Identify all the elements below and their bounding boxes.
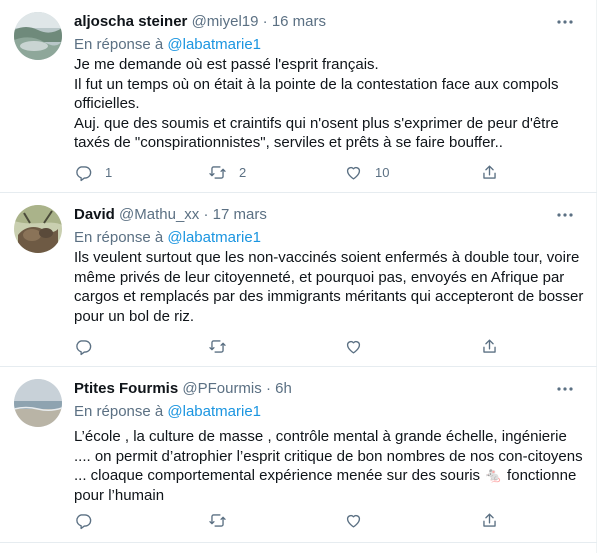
retweet-button[interactable] xyxy=(208,509,239,531)
like-button[interactable]: 10 xyxy=(344,161,389,183)
tweet-actions xyxy=(74,509,514,531)
reply-context: En réponse à @labatmarie1 xyxy=(74,35,261,55)
tweet-text: L’école , la culture de masse , contrôle… xyxy=(74,427,584,505)
tweet-text-line: Auj. que des soumis et craintifs qui n'o… xyxy=(74,114,559,152)
reply-mention-link[interactable]: @labatmarie1 xyxy=(167,229,261,246)
tweet[interactable]: Ptites Fourmis @PFourmis · 6h En réponse… xyxy=(0,367,597,543)
like-button[interactable] xyxy=(344,335,375,357)
tweet-header: David @Mathu_xx · 17 mars xyxy=(74,205,267,225)
tweet-text: Ils veulent surtout que les non-vaccinés… xyxy=(74,248,584,326)
display-name[interactable]: David xyxy=(74,206,115,223)
reply-prefix: En réponse à xyxy=(74,229,168,246)
reply-context: En réponse à @labatmarie1 xyxy=(74,402,261,422)
share-button[interactable] xyxy=(480,335,499,357)
tweet[interactable]: David @Mathu_xx · 17 mars En réponse à @… xyxy=(0,193,597,367)
share-icon xyxy=(483,338,496,353)
reply-button[interactable] xyxy=(74,509,105,531)
more-icon[interactable] xyxy=(555,12,575,32)
like-icon xyxy=(346,340,361,354)
reply-icon xyxy=(76,165,92,181)
like-icon xyxy=(346,166,361,180)
share-button[interactable] xyxy=(480,161,499,183)
separator-dot: · xyxy=(203,206,209,223)
reply-icon xyxy=(76,339,92,355)
more-icon[interactable] xyxy=(555,379,575,399)
share-icon xyxy=(483,164,496,179)
tweet-feed: aljoscha steiner @miyel19 · 16 mars En r… xyxy=(0,0,597,553)
user-handle[interactable]: @PFourmis xyxy=(182,380,261,397)
avatar-image-landscape xyxy=(14,12,62,60)
retweet-button[interactable]: 2 xyxy=(208,161,246,183)
reply-context: En réponse à @labatmarie1 xyxy=(74,228,261,248)
tweet-text-line: Il fut un temps où on était à la pointe … xyxy=(74,75,559,113)
tweet-text-line: L’école , la culture de masse , contrôle… xyxy=(74,428,583,504)
more-icon[interactable] xyxy=(555,205,575,225)
avatar[interactable] xyxy=(14,205,62,253)
avatar-image-animals xyxy=(14,205,62,253)
display-name[interactable]: Ptites Fourmis xyxy=(74,380,178,397)
tweet[interactable]: aljoscha steiner @miyel19 · 16 mars En r… xyxy=(0,0,597,193)
retweet-button[interactable] xyxy=(208,335,239,357)
retweet-icon xyxy=(209,339,226,353)
retweet-icon xyxy=(209,165,226,179)
separator-dot: · xyxy=(265,380,271,397)
separator-dot: · xyxy=(262,13,268,30)
reply-button[interactable] xyxy=(74,335,105,357)
retweet-icon xyxy=(209,513,226,527)
share-button[interactable] xyxy=(480,509,499,531)
reply-prefix: En réponse à xyxy=(74,36,168,53)
like-icon xyxy=(346,514,361,528)
tweet-text: Je me demande où est passé l'esprit fran… xyxy=(74,55,584,153)
reply-mention-link[interactable]: @labatmarie1 xyxy=(167,36,261,53)
tweet-text-line: Je me demande où est passé l'esprit fran… xyxy=(74,56,379,73)
reply-button[interactable]: 1 xyxy=(74,161,112,183)
share-icon xyxy=(483,512,496,527)
tweet-actions: 1 2 10 xyxy=(74,161,514,183)
tweet-header: aljoscha steiner @miyel19 · 16 mars xyxy=(74,12,326,32)
display-name[interactable]: aljoscha steiner xyxy=(74,13,187,30)
avatar[interactable] xyxy=(14,379,62,427)
user-handle[interactable]: @miyel19 xyxy=(192,13,259,30)
reply-icon xyxy=(76,513,92,529)
tweet-header: Ptites Fourmis @PFourmis · 6h xyxy=(74,379,292,399)
avatar[interactable] xyxy=(14,12,62,60)
tweet-actions xyxy=(74,335,514,357)
reply-count: 1 xyxy=(105,164,113,180)
avatar-image-seascape xyxy=(14,379,62,427)
retweet-count: 2 xyxy=(239,164,247,180)
like-button[interactable] xyxy=(344,509,375,531)
timestamp[interactable]: 16 mars xyxy=(272,13,326,30)
reply-mention-link[interactable]: @labatmarie1 xyxy=(167,403,261,420)
timestamp[interactable]: 17 mars xyxy=(213,206,267,223)
reply-prefix: En réponse à xyxy=(74,403,168,420)
like-count: 10 xyxy=(375,164,390,180)
user-handle[interactable]: @Mathu_xx xyxy=(119,206,199,223)
tweet-text-line: Ils veulent surtout que les non-vaccinés… xyxy=(74,249,584,325)
timestamp[interactable]: 6h xyxy=(275,380,292,397)
